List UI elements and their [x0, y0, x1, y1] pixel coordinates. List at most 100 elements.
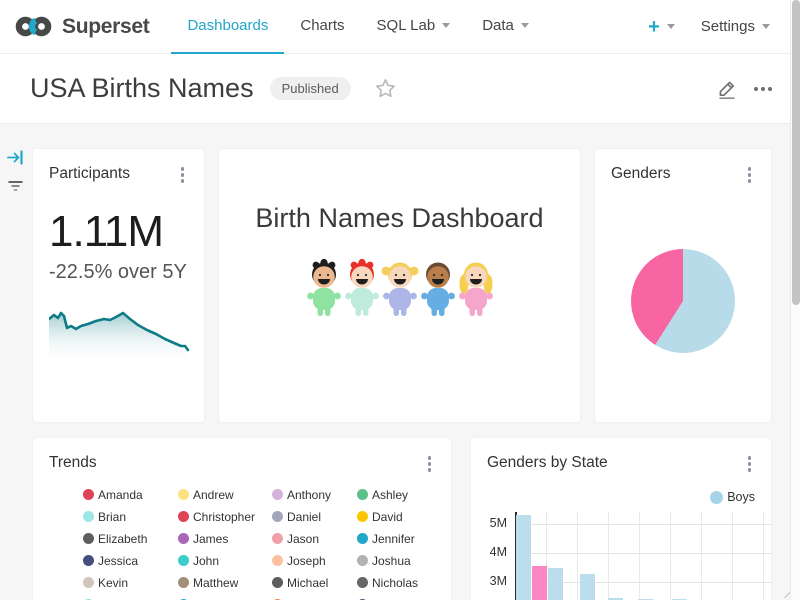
brand-name: Superset: [62, 15, 149, 39]
nav-right: + Settings: [648, 17, 770, 37]
legend-dot: [272, 511, 283, 522]
dashboard-header: USA Births Names Published: [0, 54, 800, 124]
card-menu-button[interactable]: [744, 454, 756, 474]
legend-label: Ashley: [372, 488, 408, 502]
legend-item-christopher[interactable]: Christopher: [178, 510, 272, 524]
superset-app: Superset Dashboards Charts SQL Lab Data + S…: [0, 0, 800, 600]
hero-heading: Birth Names Dashboard: [235, 203, 564, 234]
dashboard-body: Participants 1.11M -22.5% over 5Y Birth …: [0, 124, 800, 600]
legend-item-brian[interactable]: Brian: [83, 510, 178, 524]
kid-figure-4: [421, 263, 455, 317]
nav-item-label: SQL Lab: [377, 17, 436, 34]
filter-button[interactable]: [7, 179, 24, 197]
legend-label: Matthew: [193, 576, 238, 590]
nav-item-charts[interactable]: Charts: [284, 0, 360, 54]
legend-item-james[interactable]: James: [178, 532, 272, 546]
card-title: Genders by State: [487, 454, 608, 472]
legend-dot: [83, 555, 94, 566]
bar-boys[interactable]: [580, 574, 595, 600]
legend-dot: [83, 489, 94, 500]
legend-dot: [357, 489, 368, 500]
legend-item-john[interactable]: John: [178, 554, 272, 568]
genders-by-state-card: Genders by State Boys 5M4M3M2M1M: [470, 437, 772, 600]
nav-item-dashboards[interactable]: Dashboards: [171, 0, 284, 54]
chevron-down-icon: [442, 23, 450, 28]
gridline: [763, 512, 764, 600]
legend-item-nicholas[interactable]: Nicholas: [357, 576, 442, 590]
legend-label: Anthony: [287, 488, 331, 502]
legend-dot: [178, 555, 189, 566]
legend-dot: [83, 577, 94, 588]
legend-label: James: [193, 532, 228, 546]
scrollbar-thumb[interactable]: [792, 0, 800, 305]
page-title: USA Births Names: [30, 73, 254, 104]
new-item-button[interactable]: +: [648, 17, 675, 37]
legend-dot: [357, 555, 368, 566]
trends-card: Trends AmandaAndrewAnthonyAshleyBrianChr…: [32, 437, 452, 600]
legend-item-matthew[interactable]: Matthew: [178, 576, 272, 590]
expand-filter-bar-button[interactable]: [7, 150, 24, 170]
card-title: Genders: [611, 165, 670, 183]
gridline: [732, 512, 733, 600]
more-actions-button[interactable]: [752, 83, 774, 95]
legend-item-amanda[interactable]: Amanda: [83, 488, 178, 502]
kids-illustration: [305, 258, 495, 318]
chevron-down-icon: [667, 24, 675, 29]
legend-label: Jennifer: [372, 532, 415, 546]
card-menu-button[interactable]: [177, 165, 189, 185]
main-nav: Dashboards Charts SQL Lab Data: [171, 0, 544, 54]
nav-item-sql-lab[interactable]: SQL Lab: [361, 0, 467, 54]
favorite-star-button[interactable]: [375, 78, 396, 99]
header-actions: [716, 78, 774, 100]
bar-girls[interactable]: [532, 566, 547, 600]
legend-label: Andrew: [193, 488, 234, 502]
chevron-down-icon: [521, 23, 529, 28]
legend-item-jennifer[interactable]: Jennifer: [357, 532, 442, 546]
legend-label: Daniel: [287, 510, 321, 524]
legend-item-jason[interactable]: Jason: [272, 532, 357, 546]
legend-item-elizabeth[interactable]: Elizabeth: [83, 532, 178, 546]
legend-item-anthony[interactable]: Anthony: [272, 488, 357, 502]
card-menu-button[interactable]: [424, 454, 436, 474]
legend-dot: [178, 511, 189, 522]
legend-item-daniel[interactable]: Daniel: [272, 510, 357, 524]
infinity-logo-icon: [14, 13, 54, 40]
card-title: Participants: [49, 165, 130, 183]
legend-item-michael[interactable]: Michael: [272, 576, 357, 590]
legend-item-ashley[interactable]: Ashley: [357, 488, 442, 502]
legend-item-joseph[interactable]: Joseph: [272, 554, 357, 568]
legend-dot: [272, 533, 283, 544]
legend-item-andrew[interactable]: Andrew: [178, 488, 272, 502]
legend-item-kevin[interactable]: Kevin: [83, 576, 178, 590]
legend-label: Christopher: [193, 510, 255, 524]
superset-logo[interactable]: Superset: [14, 13, 149, 40]
legend-item-joshua[interactable]: Joshua: [357, 554, 442, 568]
legend-dot: [178, 489, 189, 500]
genders-pie-chart[interactable]: [631, 249, 735, 353]
legend-label: Jason: [287, 532, 319, 546]
nav-item-label: Dashboards: [187, 17, 268, 34]
gridline: [670, 512, 671, 600]
bar-boys[interactable]: [516, 515, 531, 600]
legend-dot: [272, 577, 283, 588]
legend-label: Michael: [287, 576, 328, 590]
nav-item-data[interactable]: Data: [466, 0, 545, 54]
bar-boys[interactable]: [548, 568, 563, 600]
arrow-to-bar-icon: [7, 150, 24, 165]
gridline: [577, 512, 578, 600]
edit-dashboard-button[interactable]: [716, 78, 738, 100]
legend-label: Joseph: [287, 554, 326, 568]
card-menu-button[interactable]: [744, 165, 756, 185]
legend-dot: [357, 533, 368, 544]
legend-dot: [357, 577, 368, 588]
kid-figure-5: [459, 263, 493, 317]
legend-item-david[interactable]: David: [357, 510, 442, 524]
nav-item-label: Data: [482, 17, 514, 34]
page-scrollbar: [790, 0, 800, 600]
settings-menu[interactable]: Settings: [701, 18, 770, 35]
genders-card: Genders: [594, 148, 772, 423]
legend-item-jessica[interactable]: Jessica: [83, 554, 178, 568]
settings-label: Settings: [701, 18, 755, 35]
y-tick-label: 4M: [471, 545, 507, 559]
top-navbar: Superset Dashboards Charts SQL Lab Data + S…: [0, 0, 800, 54]
